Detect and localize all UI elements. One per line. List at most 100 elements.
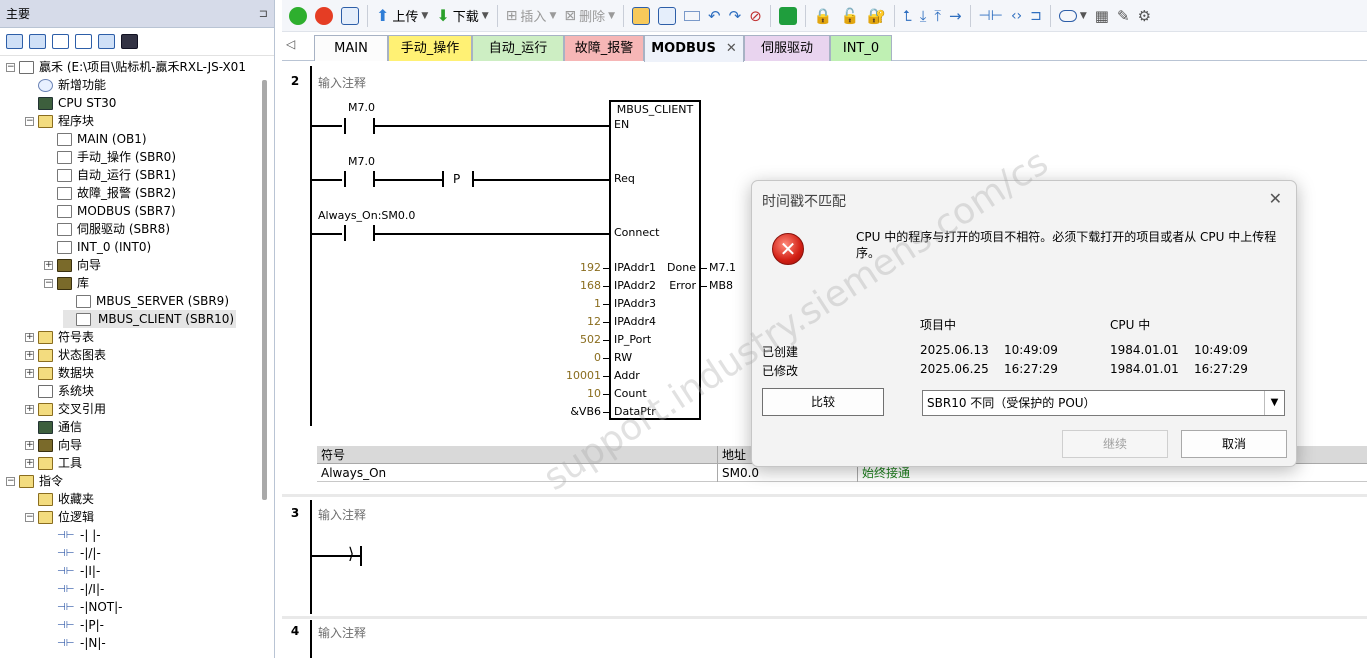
tree-item[interactable]: ⊣⊢ -|P|- <box>44 616 104 634</box>
fb-input-value[interactable]: &VB6 <box>570 405 601 418</box>
tab-scroll-left-icon[interactable]: ◁ <box>286 37 295 51</box>
grid-button[interactable]: ▦ <box>1092 4 1112 28</box>
table-status-button[interactable] <box>655 4 679 28</box>
table-icon[interactable] <box>29 34 46 49</box>
tree-item[interactable]: − 程序块 <box>25 112 94 130</box>
fb-output-value[interactable]: M7.1 <box>709 261 736 274</box>
fb-input-value[interactable]: 10 <box>587 387 601 400</box>
branch-up-button[interactable]: ⤒ <box>931 4 944 28</box>
tree-item[interactable]: − 库 <box>44 274 89 292</box>
contact-address[interactable]: M7.0 <box>348 101 375 114</box>
chevron-down-icon[interactable]: ▼ <box>1264 391 1284 415</box>
tree-item[interactable]: ⊣⊢ -| |- <box>44 526 101 544</box>
tab-0[interactable]: MAIN <box>314 35 388 61</box>
tree-item[interactable]: − 贏禾 (E:\项目\贴标机-贏禾RXL-JS-X01 <box>6 58 246 76</box>
tree-item[interactable]: 故障_报警 (SBR2) <box>44 184 176 202</box>
tree-item[interactable]: + 向导 <box>44 256 101 274</box>
tree-item[interactable]: + 工具 <box>25 454 82 472</box>
upload-button[interactable]: ⬆ 上传 ▼ <box>373 4 431 28</box>
tab-4[interactable]: MODBUS ✕ <box>644 35 744 62</box>
fb-output-value[interactable]: MB8 <box>709 279 733 292</box>
tree-item[interactable]: + 数据块 <box>25 364 94 382</box>
collapse-icon[interactable]: − <box>6 476 15 486</box>
tree-item[interactable]: 收藏夹 <box>25 490 94 508</box>
document-icon[interactable] <box>52 34 69 49</box>
edit-button[interactable]: ✎ <box>1114 4 1133 28</box>
run-button[interactable] <box>286 4 310 28</box>
contact-button[interactable]: ⊣⊢ <box>976 4 1006 28</box>
pin-icon[interactable]: ⊐ <box>259 7 268 20</box>
lock-add-button[interactable]: 🔐 <box>864 4 889 28</box>
tree-item[interactable]: ⊣⊢ -|/|- <box>44 544 101 562</box>
fb-input-value[interactable]: 168 <box>580 279 601 292</box>
network-comment[interactable]: 输入注释 <box>318 74 366 91</box>
expand-icon[interactable]: + <box>25 440 34 450</box>
symbol-button[interactable]: ▼ <box>1056 4 1090 28</box>
tree-item[interactable]: MAIN (OB1) <box>44 130 147 148</box>
compare-button[interactable]: 比较 <box>762 388 884 416</box>
tree-item[interactable]: ⊣⊢ -|/I|- <box>44 580 104 598</box>
fb-input-value[interactable]: 502 <box>580 333 601 346</box>
collapse-icon[interactable]: − <box>44 278 53 288</box>
collapse-icon[interactable]: − <box>25 116 34 126</box>
data-icon[interactable] <box>75 34 92 49</box>
tree-item[interactable]: 手动_操作 (SBR0) <box>44 148 176 166</box>
chart-icon[interactable] <box>98 34 115 49</box>
expand-icon[interactable]: + <box>25 404 34 414</box>
branch-down-button[interactable]: ⤓ <box>917 4 930 28</box>
tree-item[interactable]: + 向导 <box>25 436 82 454</box>
download-button[interactable]: ⬇ 下载 ▼ <box>433 4 491 28</box>
close-icon[interactable]: ✕ <box>1269 189 1282 208</box>
lock-button[interactable]: 🔒 <box>811 4 836 28</box>
tree-item[interactable]: ⊣⊢ -|N|- <box>44 634 106 652</box>
contact-address[interactable]: M7.0 <box>348 155 375 168</box>
tree-item[interactable]: MBUS_SERVER (SBR9) <box>63 292 229 310</box>
stop-button[interactable] <box>312 4 336 28</box>
toolbar-button-d[interactable]: ⊘ <box>746 4 765 28</box>
tree-scrollbar[interactable] <box>262 80 267 500</box>
tree-item[interactable]: ⊣⊢ -|NOT|- <box>44 598 123 616</box>
network-comment[interactable]: 输入注释 <box>318 624 366 641</box>
tab-2[interactable]: 自动_运行 <box>472 35 564 61</box>
tree-item[interactable]: MODBUS (SBR7) <box>44 202 176 220</box>
network-comment[interactable]: 输入注释 <box>318 506 366 523</box>
tree-item[interactable]: 系统块 <box>25 382 94 400</box>
expand-icon[interactable]: + <box>25 332 34 342</box>
fb-input-value[interactable]: 1 <box>594 297 601 310</box>
tree-item[interactable]: ⊣⊢ -|I|- <box>44 562 100 580</box>
contact-address[interactable]: Always_On:SM0.0 <box>318 209 415 222</box>
cancel-button[interactable]: 取消 <box>1181 430 1287 458</box>
fb-input-value[interactable]: 10001 <box>566 369 601 382</box>
tree-item[interactable]: − 位逻辑 <box>25 508 94 526</box>
tree-item[interactable]: 自动_运行 (SBR1) <box>44 166 176 184</box>
tab-6[interactable]: INT_0 <box>830 35 892 61</box>
line-right-button[interactable]: → <box>946 4 965 28</box>
continue-button[interactable]: 继续 <box>1062 430 1168 458</box>
program-status-button[interactable] <box>629 4 653 28</box>
collapse-icon[interactable]: − <box>6 62 15 72</box>
tab-1[interactable]: 手动_操作 <box>388 35 472 61</box>
tab-3[interactable]: 故障_报警 <box>564 35 644 61</box>
toolbar-button-a[interactable] <box>681 4 703 28</box>
tree-item[interactable]: MBUS_CLIENT (SBR10) <box>63 310 237 328</box>
delete-button[interactable]: ⊠ 删除 ▼ <box>561 4 618 28</box>
insert-button[interactable]: ⊞ 插入 ▼ <box>503 4 560 28</box>
expand-icon[interactable]: + <box>25 350 34 360</box>
toolbar-button-c[interactable]: ↷ <box>726 4 745 28</box>
network-icon[interactable] <box>121 34 138 49</box>
tree-item[interactable]: − 指令 <box>6 472 63 490</box>
expand-icon[interactable]: + <box>25 368 34 378</box>
tree-item[interactable]: CPU ST30 <box>25 94 116 112</box>
tree-item[interactable]: 伺服驱动 (SBR8) <box>44 220 170 238</box>
expand-icon[interactable]: + <box>25 458 34 468</box>
box-button[interactable]: ⊐ <box>1027 4 1045 28</box>
tree-item[interactable]: + 状态图表 <box>25 346 106 364</box>
tree-item[interactable]: + 符号表 <box>25 328 94 346</box>
options-button[interactable]: ⚙ <box>1135 4 1154 28</box>
pou-select[interactable]: SBR10 不同（受保护的 POU） ▼ <box>922 390 1285 416</box>
compile-button[interactable] <box>338 4 362 28</box>
coil-button[interactable]: ‹› <box>1008 4 1025 28</box>
p-contact-label[interactable]: P <box>453 172 460 186</box>
branch-button[interactable]: ⮤ <box>900 4 915 28</box>
tab-5[interactable]: 伺服驱动 <box>744 35 830 61</box>
